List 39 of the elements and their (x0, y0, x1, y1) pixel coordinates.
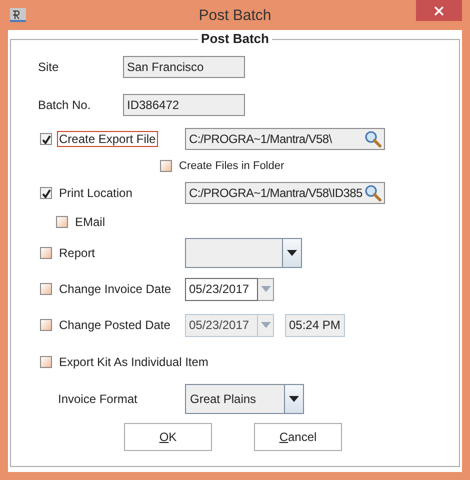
checkbox-label[interactable]: Report (57, 245, 98, 261)
group-title: Post Batch (198, 31, 272, 46)
close-button[interactable] (416, 0, 462, 21)
checkbox[interactable] (56, 216, 68, 228)
checkbox[interactable] (40, 283, 52, 295)
checkbox-label[interactable]: Create Export File (57, 131, 158, 147)
caret-icon (260, 286, 270, 292)
checkbox-label[interactable]: Print Location (57, 185, 134, 201)
checkbox[interactable] (160, 160, 172, 172)
date-field[interactable]: 05/23/2017 (185, 278, 258, 300)
date-dropdown-button[interactable] (258, 314, 274, 336)
dialog-button[interactable]: Cancel (254, 423, 342, 451)
checkbox[interactable] (40, 133, 52, 145)
path-field[interactable]: C:/PROGRA~1/Mantra/V58\ID385 (185, 182, 385, 204)
text-field[interactable]: ID386472 (123, 94, 245, 116)
caret-icon (289, 396, 299, 402)
field-label: Batch No. (38, 98, 91, 112)
search-icon[interactable] (364, 184, 382, 202)
dialog-button[interactable]: OK (124, 423, 212, 451)
checkbox[interactable] (40, 247, 52, 259)
dropdown[interactable] (185, 238, 302, 268)
checkbox-label[interactable]: Export Kit As Individual Item (57, 354, 210, 370)
caret-icon (260, 322, 270, 328)
dropdown[interactable]: Great Plains (185, 384, 304, 414)
date-dropdown-button[interactable] (258, 278, 274, 300)
path-field[interactable]: C:/PROGRA~1/Mantra/V58\ (185, 128, 385, 150)
checkbox[interactable] (40, 187, 52, 199)
checkbox[interactable] (40, 356, 52, 368)
window-title: Post Batch (198, 7, 272, 24)
text-field[interactable]: San Francisco (123, 56, 245, 78)
field-label: Site (38, 60, 59, 74)
checkbox-label[interactable]: Create Files in Folder (177, 159, 286, 173)
checkbox-label[interactable]: Change Invoice Date (57, 281, 174, 297)
field-label: Invoice Format (58, 392, 138, 406)
checkbox-label[interactable]: EMail (73, 214, 108, 230)
app-icon (10, 8, 26, 22)
close-icon (434, 6, 444, 16)
search-icon[interactable] (364, 130, 382, 148)
caret-icon (287, 250, 297, 256)
